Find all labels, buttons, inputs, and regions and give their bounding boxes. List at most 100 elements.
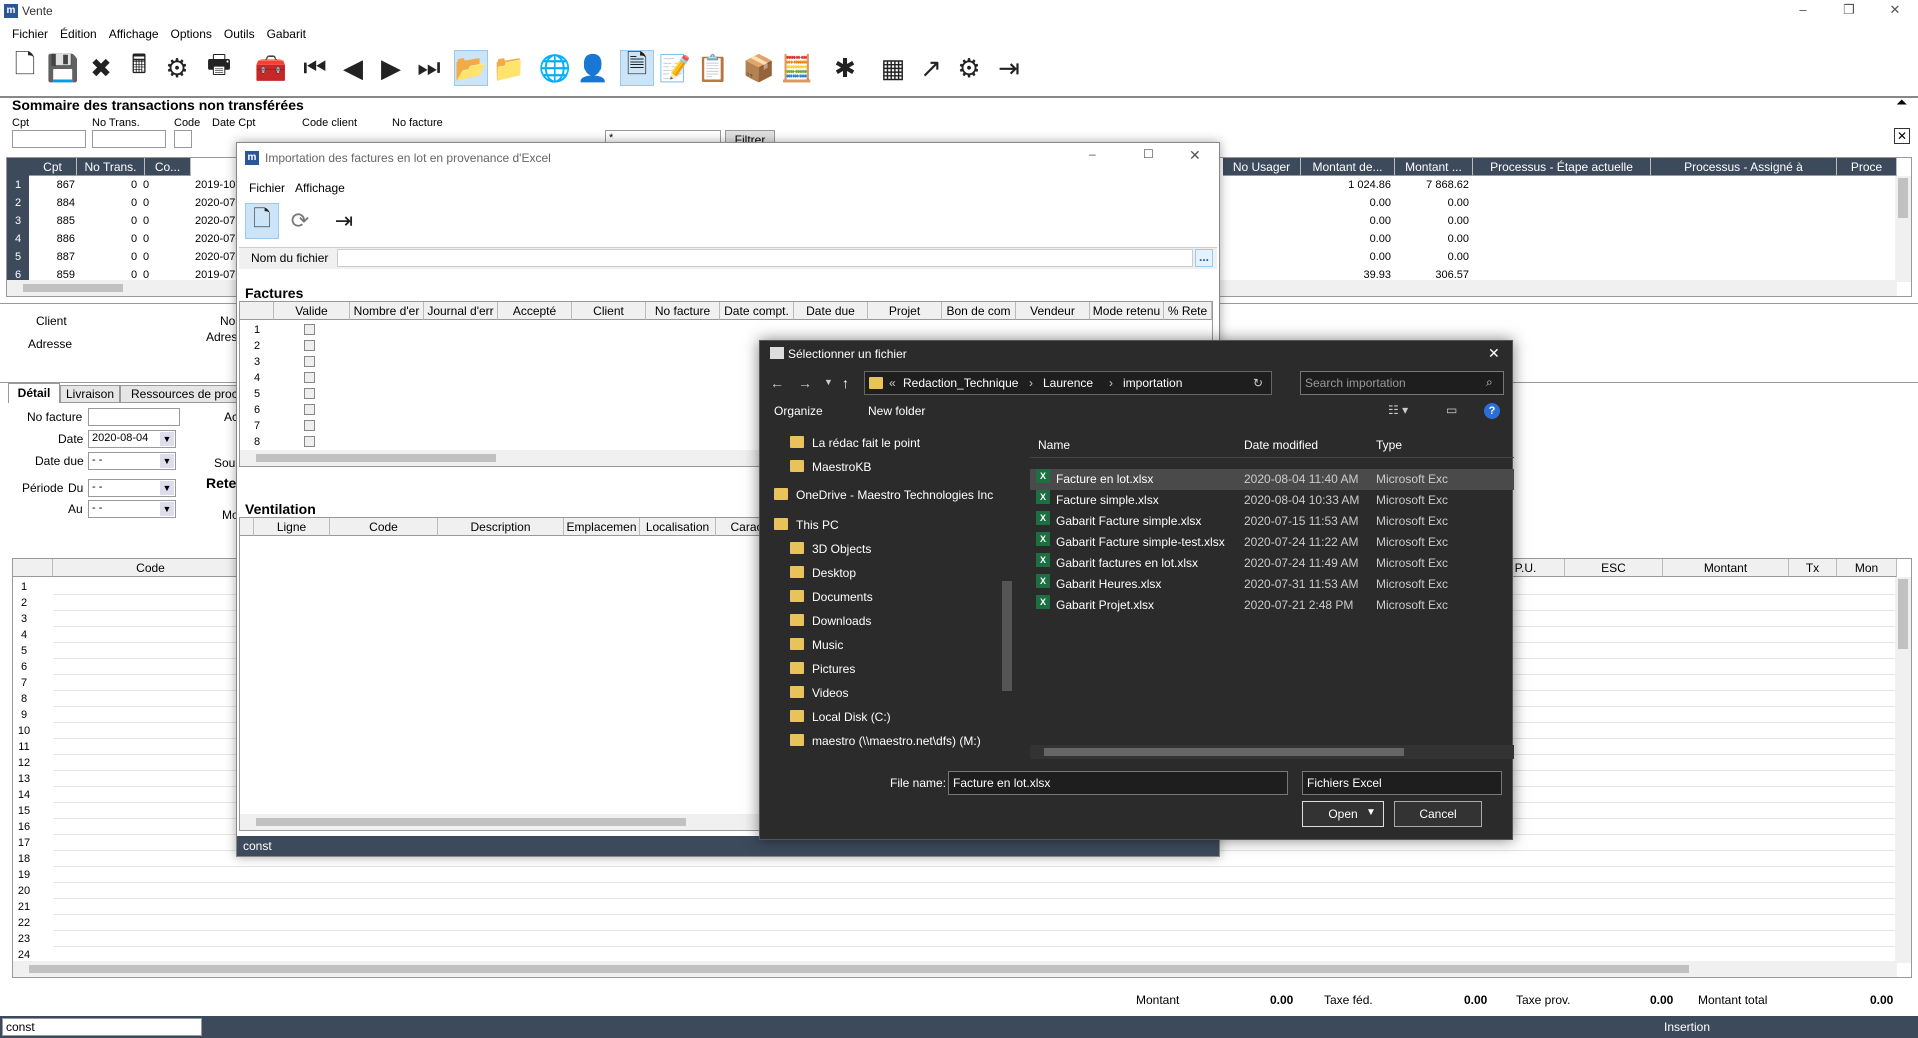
col-date-modified[interactable]: Date modified xyxy=(1244,438,1318,452)
cell-co[interactable]: 0 xyxy=(143,194,149,212)
filter-code-input[interactable] xyxy=(174,130,192,148)
factures-col-facture[interactable]: No facture xyxy=(646,302,720,320)
col-type[interactable]: Type xyxy=(1376,438,1402,452)
minimize-button[interactable]: – xyxy=(1780,0,1826,22)
menu-affichage[interactable]: Affichage xyxy=(103,24,165,44)
ventilation-col-localisation[interactable]: Localisation xyxy=(640,518,716,536)
previous-record-icon[interactable]: ◀ xyxy=(336,50,370,86)
factures-col-mode[interactable]: Mode retenu xyxy=(1090,302,1164,320)
cell-trans[interactable]: 0 xyxy=(131,194,137,212)
factures-col-valide[interactable]: Valide xyxy=(274,302,350,320)
cancel-button[interactable]: Cancel xyxy=(1394,801,1482,827)
tab-detail[interactable]: Détail xyxy=(8,383,60,403)
du-dropdown-icon[interactable]: ▼ xyxy=(160,481,174,495)
edit-document-icon[interactable]: 📝 xyxy=(658,50,692,86)
factures-col-client[interactable]: Client xyxy=(572,302,646,320)
ventilation-col-emplacement[interactable]: Emplacemen xyxy=(564,518,640,536)
import-maximize-button[interactable]: ☐ xyxy=(1143,147,1154,161)
cell-co[interactable]: 0 xyxy=(143,176,149,194)
file-name-input[interactable] xyxy=(337,249,1193,267)
factures-col-due[interactable]: Date due xyxy=(794,302,868,320)
box-icon[interactable]: 📦 xyxy=(742,50,776,86)
factures-col-vendeur[interactable]: Vendeur xyxy=(1016,302,1090,320)
file-row[interactable]: X Gabarit Facture simple.xlsx 2020-07-15… xyxy=(1030,511,1514,532)
nav-item[interactable]: Desktop xyxy=(790,561,856,585)
factures-col-bon[interactable]: Bon de com xyxy=(942,302,1016,320)
nav-item[interactable]: 3D Objects xyxy=(790,537,871,561)
summary-vscroll[interactable] xyxy=(1895,176,1911,282)
cell-montant-de[interactable]: 0.00 xyxy=(1301,230,1391,248)
view-options-icon[interactable]: ☷ ▾ xyxy=(1388,403,1408,417)
folder-import-icon[interactable]: 📁 xyxy=(492,50,526,86)
cell-montant[interactable]: 0.00 xyxy=(1395,194,1469,212)
recent-icon[interactable]: ▼ xyxy=(824,377,833,387)
col-name[interactable]: Name xyxy=(1038,438,1070,452)
copy-document-icon[interactable]: 📋 xyxy=(696,50,730,86)
status-input[interactable]: const xyxy=(2,1018,202,1036)
nav-item[interactable]: Downloads xyxy=(790,609,871,633)
valide-checkbox[interactable] xyxy=(304,356,315,367)
cell-co[interactable]: 0 xyxy=(143,212,149,230)
cell-date[interactable]: 2019-10- xyxy=(195,176,239,194)
valide-checkbox[interactable] xyxy=(304,420,315,431)
detail-col-code[interactable]: Code xyxy=(53,559,249,577)
import-menu-affichage[interactable]: Affichage xyxy=(295,181,345,195)
file-list-hscroll[interactable] xyxy=(1030,745,1514,759)
cell-montant-de[interactable]: 0.00 xyxy=(1301,194,1391,212)
nav-item[interactable]: maestro (\\maestro.net\dfs) (M:) xyxy=(790,729,981,753)
nav-item[interactable]: MaestroKB xyxy=(790,455,871,479)
tree-icon[interactable]: ⚙ xyxy=(160,50,194,86)
path-segment-redaction[interactable]: Redaction_Technique xyxy=(903,376,1018,390)
transfer-icon[interactable]: 🧰 xyxy=(254,50,288,86)
new-icon[interactable]: 🗋 xyxy=(8,49,42,86)
import-new-icon[interactable]: 🗋 xyxy=(245,203,279,239)
cell-date[interactable]: 2020-07- xyxy=(195,230,239,248)
no-facture-input[interactable] xyxy=(88,408,180,426)
col-cpt[interactable]: Cpt xyxy=(29,158,77,176)
tab-ressources[interactable]: Ressources de proc xyxy=(120,385,240,403)
file-row[interactable]: X Facture en lot.xlsx 2020-08-04 11:40 A… xyxy=(1030,469,1514,490)
nav-item[interactable]: OneDrive - Maestro Technologies Inc xyxy=(774,483,993,507)
cell-montant[interactable]: 7 868.62 xyxy=(1395,176,1469,194)
file-type-select[interactable]: Fichiers Excel xyxy=(1302,771,1502,795)
process-icon[interactable]: ✱ xyxy=(828,50,862,86)
cell-date[interactable]: 2020-07- xyxy=(195,248,239,266)
dialog-close-button[interactable]: ✕ xyxy=(1488,345,1500,362)
file-row[interactable]: X Gabarit factures en lot.xlsx 2020-07-2… xyxy=(1030,553,1514,574)
col-proce[interactable]: Proce xyxy=(1837,158,1897,176)
valide-checkbox[interactable] xyxy=(304,388,315,399)
browse-button[interactable]: ... xyxy=(1195,249,1213,267)
col-assigne[interactable]: Processus - Assigné à xyxy=(1651,158,1837,176)
col-usager[interactable]: No Usager xyxy=(1223,158,1301,176)
link-icon[interactable]: ↗ xyxy=(914,50,948,86)
menu-outils[interactable]: Outils xyxy=(218,24,261,44)
refresh-icon[interactable]: ↻ xyxy=(1253,376,1263,390)
preview-pane-icon[interactable]: ▭ xyxy=(1446,403,1457,417)
close-button[interactable]: ✕ xyxy=(1872,0,1918,22)
cell-montant-de[interactable]: 1 024.86 xyxy=(1301,176,1391,194)
cell-cpt[interactable]: 867 xyxy=(47,176,75,194)
nav-scroll-thumb[interactable] xyxy=(1002,581,1012,691)
nav-item[interactable]: Local Disk (C:) xyxy=(790,705,891,729)
menu-fichier[interactable]: Fichier xyxy=(0,24,54,44)
menu-options[interactable]: Options xyxy=(165,24,218,44)
file-row[interactable]: X Facture simple.xlsx 2020-08-04 10:33 A… xyxy=(1030,490,1514,511)
au-dropdown-icon[interactable]: ▼ xyxy=(160,502,174,516)
address-bar[interactable]: « Redaction_Technique › Laurence › impor… xyxy=(864,371,1272,395)
ventilation-col-ligne[interactable]: Ligne xyxy=(254,518,330,536)
cell-trans[interactable]: 0 xyxy=(131,248,137,266)
cell-cpt[interactable]: 887 xyxy=(47,248,75,266)
document-icon[interactable]: 🗎 xyxy=(620,49,654,86)
valide-checkbox[interactable] xyxy=(304,372,315,383)
valide-checkbox[interactable] xyxy=(304,340,315,351)
detail-hscroll[interactable] xyxy=(13,961,1897,977)
last-record-icon[interactable]: ⏭ xyxy=(412,50,446,86)
grid-icon[interactable]: ▦ xyxy=(876,50,910,86)
factures-col-accepte[interactable]: Accepté xyxy=(498,302,572,320)
nav-item[interactable]: Videos xyxy=(790,681,848,705)
cell-co[interactable]: 0 xyxy=(143,248,149,266)
file-row[interactable]: X Gabarit Heures.xlsx 2020-07-31 11:53 A… xyxy=(1030,574,1514,595)
network-icon[interactable]: 🌐 xyxy=(538,50,572,86)
new-folder-button[interactable]: New folder xyxy=(868,404,925,418)
nav-item[interactable]: Music xyxy=(790,633,843,657)
